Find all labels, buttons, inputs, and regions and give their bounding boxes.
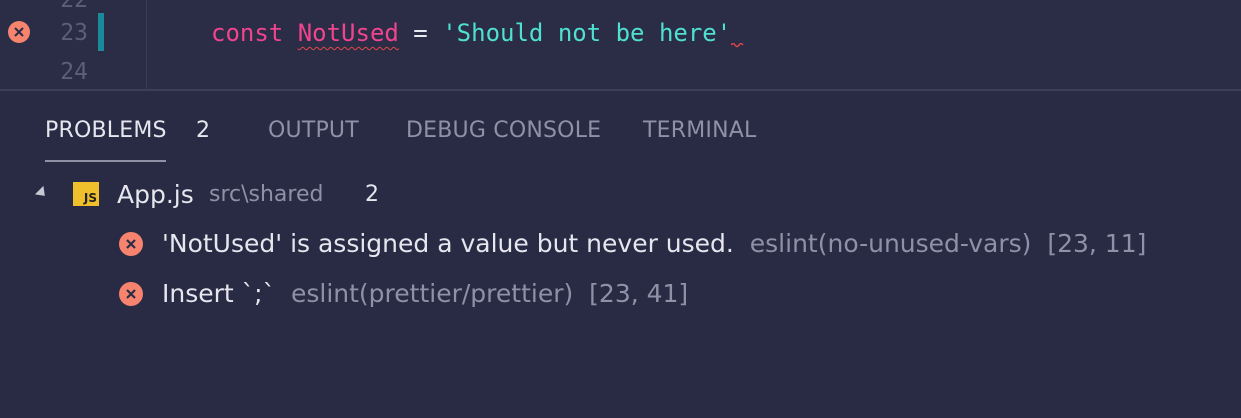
problem-item[interactable]: Insert `;` eslint(prettier/prettier) [23… xyxy=(0,274,1241,314)
error-gutter-icon[interactable] xyxy=(8,21,30,43)
problem-position: [23, 11] xyxy=(1047,229,1147,258)
line-number: 23 xyxy=(60,20,88,46)
problem-message: 'NotUsed' is assigned a value but never … xyxy=(162,229,734,258)
error-icon xyxy=(119,282,143,306)
file-path: src\shared xyxy=(209,182,324,207)
problem-text: Insert `;` eslint(prettier/prettier) [23… xyxy=(162,274,688,314)
problem-source: eslint(no-unused-vars) xyxy=(749,229,1032,258)
missing-semicolon-squiggle xyxy=(731,13,747,53)
code-content[interactable]: const NotUsed = 'Should not be here' xyxy=(211,13,747,53)
panel-border[interactable] xyxy=(0,89,1241,91)
problem-position: [23, 41] xyxy=(589,279,689,308)
file-problem-count: 2 xyxy=(365,182,379,207)
code-editor[interactable]: 22 23 const NotUsed = 'Should not be her… xyxy=(0,0,1241,90)
tab-problems[interactable]: PROBLEMS xyxy=(45,114,167,148)
gutter-divider xyxy=(146,0,147,90)
expand-collapse-icon[interactable] xyxy=(34,185,50,201)
operator-token: = xyxy=(398,19,443,47)
tab-output[interactable]: OUTPUT xyxy=(268,114,359,148)
file-group-row[interactable]: JS App.js src\shared 2 xyxy=(0,175,1241,215)
panel-tab-bar: PROBLEMS 2 OUTPUT DEBUG CONSOLE TERMINAL xyxy=(0,114,1241,162)
file-name: App.js xyxy=(117,180,194,209)
string-token: 'Should not be here' xyxy=(442,19,732,47)
tab-terminal[interactable]: TERMINAL xyxy=(643,114,756,148)
keyword-token: const xyxy=(211,19,284,47)
tab-debug-console[interactable]: DEBUG CONSOLE xyxy=(406,114,601,148)
problem-item[interactable]: 'NotUsed' is assigned a value but never … xyxy=(0,224,1241,264)
identifier-token: NotUsed xyxy=(297,19,399,47)
code-line-23[interactable]: 23 const NotUsed = 'Should not be here' xyxy=(0,13,1241,53)
line-number: 24 xyxy=(60,59,88,85)
problem-text: 'NotUsed' is assigned a value but never … xyxy=(162,224,1146,264)
problem-source: eslint(prettier/prettier) xyxy=(290,279,574,308)
error-icon xyxy=(119,232,143,256)
active-tab-indicator xyxy=(45,160,166,162)
code-line-24[interactable]: 24 xyxy=(0,52,1241,90)
js-icon-label: JS xyxy=(83,191,97,205)
modified-line-indicator[interactable] xyxy=(98,13,104,51)
problems-count-badge: 2 xyxy=(196,118,210,143)
js-file-icon: JS xyxy=(73,182,99,206)
problem-message: Insert `;` xyxy=(162,279,276,308)
